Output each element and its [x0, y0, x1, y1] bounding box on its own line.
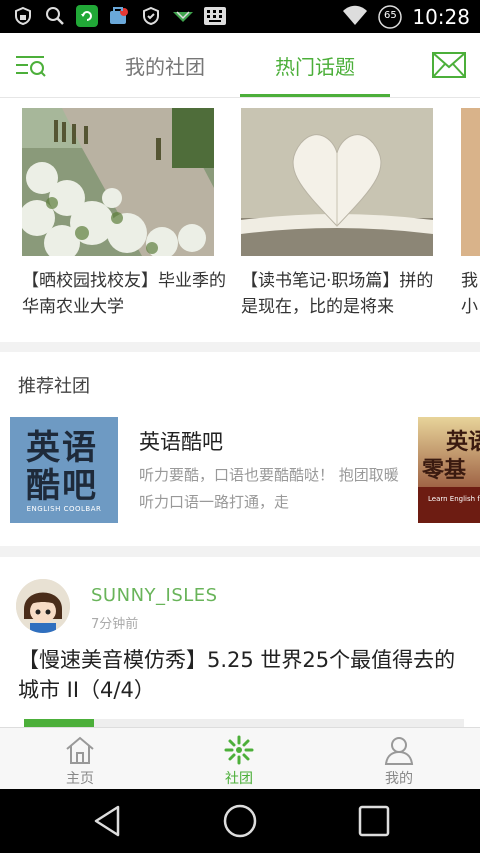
- topic-card[interactable]: 【晒校园找校友】毕业季的华南农业大学: [22, 108, 226, 320]
- recents-button[interactable]: [354, 803, 394, 839]
- topic-title: 我小: [461, 271, 478, 317]
- battery-icon: 65: [378, 5, 403, 29]
- back-button[interactable]: [88, 803, 128, 839]
- shield-icon: [140, 5, 162, 27]
- menu-search-icon: [16, 56, 46, 77]
- tab-my-clubs[interactable]: 我的社团: [95, 33, 235, 98]
- topic-image-book-heart: [241, 108, 433, 256]
- post-progress-bar: [24, 719, 464, 727]
- status-notification-icons: [12, 5, 226, 27]
- search-icon: [44, 5, 66, 27]
- wifi-icon: [342, 4, 368, 30]
- club-logo-text: 英语 零基: [422, 430, 480, 483]
- back-icon: [94, 805, 120, 837]
- home-icon: [66, 736, 94, 764]
- square-recents-icon: [358, 805, 390, 837]
- topic-card[interactable]: 【读书笔记·职场篇】拼的是现在，比的是将来: [241, 108, 433, 320]
- menu-search-button[interactable]: [14, 49, 48, 83]
- nav-clubs-label: 社团: [225, 771, 253, 787]
- nav-mine[interactable]: 我的: [339, 728, 459, 790]
- club-logo-english-zero[interactable]: 英语 零基 Learn English fr: [418, 417, 480, 523]
- post-username[interactable]: SUNNY_ISLES: [91, 585, 218, 606]
- nav-home-label: 主页: [66, 771, 94, 787]
- bottom-navigation: 主页 社团 我的: [0, 727, 480, 789]
- topic-image-campus: [22, 108, 214, 256]
- system-navigation-bar: [0, 789, 480, 853]
- home-system-button[interactable]: [220, 803, 260, 839]
- nav-home[interactable]: 主页: [20, 728, 140, 790]
- avatar[interactable]: [16, 579, 70, 633]
- post-title[interactable]: 【慢速美音模仿秀】5.25 世界25个最值得去的城市 II（4/4）: [18, 645, 468, 705]
- lock-icon: [12, 5, 34, 27]
- clock: 10:28: [412, 5, 470, 29]
- club-name[interactable]: 英语酷吧: [139, 426, 223, 456]
- circle-home-icon: [223, 804, 257, 838]
- club-logo-english-coolbar[interactable]: 英语 酷吧 ENGLISH COOLBAR: [10, 417, 118, 523]
- messages-button[interactable]: [432, 50, 466, 80]
- recommended-clubs: 推荐社团 英语 酷吧 ENGLISH COOLBAR 英语酷吧 听力要酷，口语也…: [0, 352, 480, 546]
- post-timestamp: 7分钟前: [91, 617, 139, 632]
- section-heading: 推荐社团: [18, 376, 90, 397]
- hot-topics-carousel[interactable]: 【晒校园找校友】毕业季的华南农业大学 【读书笔记·职场篇】拼的是现在，比的是将来…: [0, 98, 480, 342]
- club-logo-caption: ENGLISH COOLBAR: [26, 505, 102, 513]
- signal-arrow-icon: [172, 5, 194, 27]
- status-bar: 65 10:28: [0, 0, 480, 33]
- profile-icon: [384, 737, 414, 765]
- keyboard-icon: [204, 5, 226, 27]
- club-logo-text: 英语 酷吧: [26, 428, 98, 506]
- app-badge-icon: [108, 5, 130, 27]
- feed-post[interactable]: SUNNY_ISLES 7分钟前 【慢速美音模仿秀】5.25 世界25个最值得去…: [0, 557, 480, 727]
- clubs-icon: [224, 735, 254, 765]
- nav-clubs[interactable]: 社团: [179, 728, 299, 790]
- club-description: 听力要酷，口语也要酷酷哒！ 抱团取暖听力口语一路打通，走: [139, 466, 399, 511]
- topic-title: 【晒校园找校友】毕业季的华南农业大学: [22, 271, 226, 317]
- topic-image: [461, 108, 480, 256]
- nav-mine-label: 我的: [385, 771, 413, 787]
- active-tab-indicator: [240, 94, 390, 97]
- refresh-icon: [76, 5, 98, 27]
- tab-hot-topics[interactable]: 热门话题: [240, 33, 390, 98]
- status-system-icons: 65 10:28: [342, 4, 470, 30]
- topic-title: 【读书笔记·职场篇】拼的是现在，比的是将来: [241, 271, 434, 317]
- top-tab-bar: 我的社团 热门话题: [0, 33, 480, 98]
- mail-icon: [432, 52, 466, 78]
- battery-level: 65: [383, 10, 397, 21]
- club-logo-caption: Learn English fr: [428, 495, 480, 503]
- topic-card[interactable]: 我小: [461, 108, 480, 320]
- post-progress-fill: [24, 719, 95, 727]
